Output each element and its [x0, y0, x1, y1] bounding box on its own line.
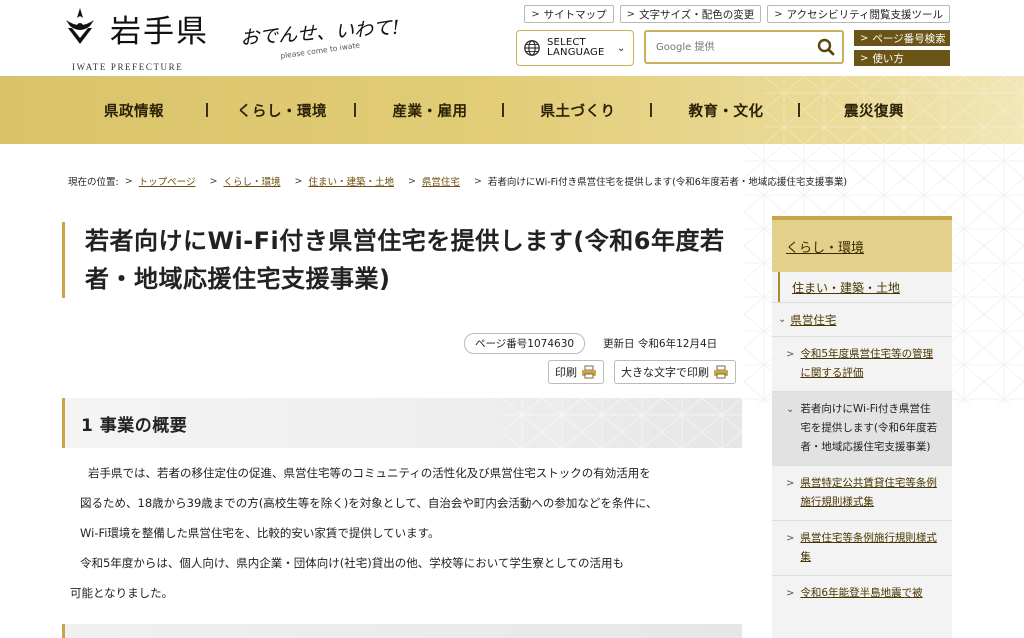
print-large-button[interactable]: 大きな文字で印刷: [614, 360, 736, 384]
chevron-down-icon: ⌄: [778, 314, 787, 325]
page-number-search-button[interactable]: > ページ番号検索: [854, 30, 950, 46]
chevron-right-icon: >: [860, 52, 869, 64]
sidebar-item-label: 県営住宅等条例施行規則様式集: [800, 532, 937, 563]
sidebar-head-label: くらし・環境: [786, 240, 865, 256]
nav-item-infrastructure[interactable]: 県土づくり: [504, 100, 652, 121]
sidebar-item-label: 若者向けにWi-Fi付き県営住宅を提供します(令和6年度若者・地域応援住宅支援事…: [800, 403, 938, 453]
site-logo[interactable]: 岩手県 IWATE PREFECTURE: [60, 4, 220, 72]
utility-links: > サイトマップ > 文字サイズ・配色の変更 > アクセシビリティ閲覧支援ツール: [524, 5, 950, 23]
print-button[interactable]: 印刷: [548, 360, 604, 384]
sitemap-link[interactable]: > サイトマップ: [524, 5, 614, 23]
how-to-use-button[interactable]: > 使い方: [854, 50, 950, 66]
chevron-down-icon: ⌄: [786, 404, 795, 415]
nav-item-education[interactable]: 教育・文化: [652, 100, 800, 121]
search-icon: [817, 38, 835, 56]
body-paragraph: 可能となりました。: [70, 586, 174, 600]
sitemap-label: サイトマップ: [543, 8, 607, 21]
page-meta: ページ番号1074630 更新日 令和6年12月4日: [464, 333, 717, 354]
print-actions: 印刷 大きな文字で印刷: [548, 360, 736, 384]
breadcrumb-link-housing[interactable]: 住まい・建築・土地: [308, 174, 394, 188]
body-paragraph: 岩手県では、若者の移住定住の促進、県営住宅等のコミュニティの活性化及び県営住宅ス…: [88, 466, 651, 480]
section-title: 1 事業の概要: [81, 415, 188, 436]
chevron-right-icon: >: [786, 478, 795, 489]
breadcrumb-current: 若者向けにWi-Fi付き県営住宅を提供します(令和6年度若者・地域応援住宅支援事…: [487, 177, 848, 188]
print-large-label: 大きな文字で印刷: [621, 367, 709, 379]
chevron-right-icon: >: [786, 588, 795, 599]
sidebar-level2-label: 住まい・建築・土地: [792, 280, 901, 295]
chevron-right-icon: >: [786, 349, 795, 360]
site-header: 岩手県 IWATE PREFECTURE おでんせ、いわて! please co…: [0, 0, 1024, 76]
search-box: [644, 30, 844, 64]
globe-icon: [524, 40, 540, 56]
logo-subtitle: IWATE PREFECTURE: [72, 62, 184, 72]
sidebar-level3-label: 県営住宅: [790, 312, 837, 327]
body-paragraph: 図るため、18歳から39歳までの方(高校生等を除く)を対象として、自治会や町内会…: [80, 496, 658, 510]
slogan-main: おでんせ、いわて!: [239, 16, 401, 50]
sidebar-item-label: 令和5年度県営住宅等の管理に関する評価: [800, 348, 934, 379]
breadcrumb-separator: >: [473, 175, 482, 187]
breadcrumb-separator: >: [407, 175, 416, 187]
iwate-crest-icon: [66, 8, 94, 44]
chevron-right-icon: >: [786, 533, 795, 544]
chevron-right-icon: >: [531, 8, 540, 20]
sidebar-item-label: 令和6年能登半島地震で被: [800, 587, 923, 599]
sidebar-item[interactable]: > 令和6年能登半島地震で被: [772, 575, 952, 611]
body-paragraph: 令和5年度からは、個人向け、県内企業・団体向け(社宅)貸出の他、学校等において学…: [80, 556, 625, 570]
chevron-right-icon: >: [626, 8, 636, 20]
section-heading: 1 事業の概要: [62, 398, 742, 448]
breadcrumb: 現在の位置: > トップページ > くらし・環境 > 住まい・建築・土地 > 県…: [68, 174, 848, 189]
sidebar-item[interactable]: > 県営特定公共賃貸住宅等条例施行規則様式集: [772, 465, 952, 520]
body-paragraph: Wi-Fi環境を整備した県営住宅を、比較的安い家賃で提供しています。: [80, 526, 440, 540]
sidebar-item[interactable]: > 令和5年度県営住宅等の管理に関する評価: [772, 336, 952, 391]
page-title-block: 若者向けにWi-Fi付き県営住宅を提供します(令和6年度若者・地域応援住宅支援事…: [62, 222, 742, 298]
updated-date: 更新日 令和6年12月4日: [603, 338, 718, 350]
sidebar-level2[interactable]: 住まい・建築・土地: [778, 272, 952, 302]
search-button[interactable]: [810, 32, 842, 62]
how-to-use-label: 使い方: [872, 52, 904, 65]
accessibility-link[interactable]: > アクセシビリティ閲覧支援ツール: [767, 5, 950, 23]
nav-item-living[interactable]: くらし・環境: [208, 100, 356, 121]
page-number-search-label: ページ番号検索: [872, 32, 946, 45]
sidebar-head[interactable]: くらし・環境: [772, 216, 952, 272]
global-nav: 県政情報 くらし・環境 産業・雇用 県土づくり 教育・文化 震災復興: [0, 76, 1024, 144]
accessibility-label: アクセシビリティ閲覧支援ツール: [786, 8, 943, 21]
sidebar-item-label: 県営特定公共賃貸住宅等条例施行規則様式集: [800, 477, 937, 508]
section-pattern: [502, 398, 742, 448]
nav-item-government[interactable]: 県政情報: [60, 100, 208, 121]
text-size-label: 文字サイズ・配色の変更: [639, 8, 755, 21]
sidebar-item[interactable]: > 県営住宅等条例施行規則様式集: [772, 520, 952, 575]
language-label: SELECT LANGUAGE: [547, 37, 605, 58]
breadcrumb-link-public-housing[interactable]: 県営住宅: [422, 174, 460, 188]
print-label: 印刷: [555, 367, 577, 379]
breadcrumb-separator: >: [124, 175, 133, 187]
text-size-link[interactable]: > 文字サイズ・配色の変更: [619, 5, 762, 23]
sidebar-item-current[interactable]: ⌄ 若者向けにWi-Fi付き県営住宅を提供します(令和6年度若者・地域応援住宅支…: [772, 391, 952, 465]
breadcrumb-separator: >: [294, 175, 303, 187]
page-title: 若者向けにWi-Fi付き県営住宅を提供します(令和6年度若者・地域応援住宅支援事…: [85, 227, 725, 293]
sidebar-level3[interactable]: ⌄ 県営住宅: [772, 302, 952, 336]
chevron-down-icon: ⌄: [617, 42, 626, 54]
select-language-button[interactable]: SELECT LANGUAGE ⌄: [516, 30, 634, 66]
printer-icon: [714, 365, 728, 379]
breadcrumb-link-top[interactable]: トップページ: [139, 174, 196, 188]
breadcrumb-separator: >: [209, 175, 218, 187]
printer-icon: [582, 365, 596, 379]
next-section-heading: [62, 624, 742, 638]
slogan: おでんせ、いわて! please come to iwate: [240, 8, 425, 68]
local-nav-sidebar: くらし・環境 住まい・建築・土地 ⌄ 県営住宅 > 令和5年度県営住宅等の管理に…: [772, 216, 952, 638]
breadcrumb-link-living[interactable]: くらし・環境: [223, 174, 280, 188]
section-body: 岩手県では、若者の移住定住の促進、県営住宅等のコミュニティの活性化及び県営住宅ス…: [62, 458, 752, 608]
search-input[interactable]: [646, 32, 810, 62]
chevron-right-icon: >: [860, 32, 869, 44]
chevron-right-icon: >: [774, 8, 783, 20]
breadcrumb-prefix: 現在の位置:: [68, 177, 119, 188]
nav-item-reconstruction[interactable]: 震災復興: [800, 100, 948, 121]
page-number-badge: ページ番号1074630: [464, 333, 586, 354]
nav-item-industry[interactable]: 産業・雇用: [356, 100, 504, 121]
logo-title: 岩手県: [110, 14, 209, 50]
